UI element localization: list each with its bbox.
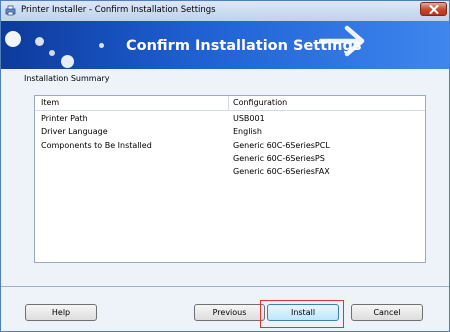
cancel-button-label: Cancel: [373, 308, 401, 317]
window-title: Printer Installer - Confirm Installation…: [21, 5, 216, 15]
row-value-component-pcl: Generic 60C-6SeriesPCL: [233, 141, 330, 150]
column-divider: [228, 96, 229, 110]
cancel-button[interactable]: Cancel: [351, 304, 423, 321]
summary-list[interactable]: Item Configuration Printer Path USB001 D…: [34, 95, 426, 263]
footer-separator: [1, 286, 449, 287]
decor-dot: [61, 55, 74, 68]
row-item-components: Components to Be Installed: [41, 141, 152, 150]
row-value-component-ps: Generic 60C-6SeriesPS: [233, 154, 325, 163]
arrow-right-icon: [319, 25, 365, 57]
close-button[interactable]: [420, 2, 447, 16]
install-highlight-box: [260, 300, 344, 328]
help-button[interactable]: Help: [25, 304, 97, 321]
decor-dot: [99, 43, 104, 48]
decor-dot: [5, 31, 21, 47]
column-header-configuration[interactable]: Configuration: [233, 98, 287, 107]
close-icon: [429, 5, 439, 14]
printer-installer-icon: [5, 5, 16, 16]
row-value-printer-path: USB001: [233, 114, 265, 123]
help-button-label: Help: [51, 308, 71, 317]
row-item-printer-path: Printer Path: [41, 114, 88, 123]
title-bar: Printer Installer - Confirm Installation…: [1, 1, 449, 21]
decor-dot: [35, 37, 44, 46]
column-header-item[interactable]: Item: [41, 98, 59, 107]
decor-dot: [49, 50, 55, 56]
content-area: Installation Summary Item Configuration …: [1, 69, 449, 277]
row-value-driver-language: English: [233, 127, 262, 136]
row-item-driver-language: Driver Language: [41, 127, 108, 136]
list-header: Item Configuration: [35, 96, 425, 111]
row-value-component-fax: Generic 60C-6SeriesFAX: [233, 167, 330, 176]
header-banner: Confirm Installation Settings: [1, 21, 449, 69]
installer-window: Printer Installer - Confirm Installation…: [0, 0, 450, 332]
previous-button-label: Previous: [212, 308, 247, 317]
previous-button[interactable]: Previous: [194, 304, 265, 321]
installation-summary-label: Installation Summary: [24, 74, 110, 83]
